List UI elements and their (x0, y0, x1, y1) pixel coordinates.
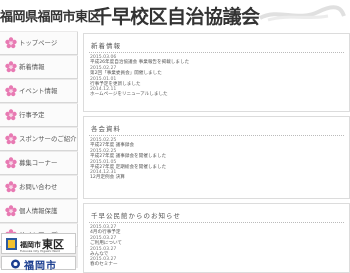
sidebar-item-schedule[interactable]: 行事予定 (0, 104, 78, 127)
higashi-ward-banner[interactable]: 福岡市 東区 Fukuoka City Higashi Ward (1, 233, 76, 254)
sidebar-item-label: トップページ (19, 39, 58, 47)
community-center-panel: 千早公民館からのお知らせ 2015.03.27 4月の行事予定 2015.03.… (83, 203, 350, 273)
flower-icon (5, 157, 17, 169)
entry-title[interactable]: みんなで (90, 252, 340, 258)
flower-icon (5, 181, 17, 193)
list-item[interactable]: 2015.03.27 ご利用について (90, 236, 340, 247)
sidebar-item-label: スポンサーのご紹介 (19, 135, 77, 143)
list-item[interactable]: 2015.03.27 みんなで (90, 247, 340, 258)
list-item[interactable]: 2015.01.05 平成27年度 定期総会を開催しました (90, 160, 340, 171)
sidebar-item-label: 募集コーナー (19, 159, 58, 167)
sidebar-item-label: 新着情報 (19, 63, 45, 71)
sidebar-item-label: 個人情報保護 (19, 207, 58, 215)
banner-english: Fukuoka City Higashi Ward (20, 249, 60, 253)
panel-divider (89, 222, 344, 223)
list-item[interactable]: 2015.03.27 4月の行事予定 (90, 225, 340, 236)
sidebar-item-label: 行事予定 (19, 111, 45, 119)
flower-icon (5, 85, 17, 97)
sidebar-item-events[interactable]: イベント情報 (0, 80, 78, 103)
sidebar-item-recruit[interactable]: 募集コーナー (0, 152, 78, 175)
entry-title[interactable]: ホームページをリニューアルしました (90, 92, 340, 98)
entry-title[interactable]: 平成27年度 議事録会 (90, 143, 340, 149)
list-item[interactable]: 2015.03.27 春のセミナー (90, 258, 340, 268)
news-panel: 新着情報 2015.03.06 平成26年度自治協議会 事業報告を掲載しました … (83, 33, 350, 112)
list-item[interactable]: 2015.03.06 平成26年度自治協議会 事業報告を掲載しました (90, 55, 340, 66)
sidebar-item-label: イベント情報 (19, 87, 58, 95)
list-item[interactable]: 2015.01.01 行事予定を更新しました (90, 77, 340, 88)
meeting-docs-panel: 各会資料 2015.02.25 平成27年度 議事録会 2015.02.25 平… (83, 116, 350, 199)
flower-icon (5, 133, 17, 145)
panel-title: 千早公民館からのお知らせ (91, 212, 181, 220)
site-prefecture-city: 福岡県福岡市東区 (0, 10, 101, 25)
sidebar-item-label: お問い合わせ (19, 183, 58, 191)
higashi-logo-icon (6, 238, 17, 250)
sidebar-item-contact[interactable]: お問い合わせ (0, 176, 78, 199)
sidebar-item-top[interactable]: トップページ (0, 32, 78, 55)
brush-decoration-icon (259, 5, 346, 22)
flower-icon (5, 205, 17, 217)
entry-title[interactable]: 12月定例会 決算 (90, 175, 340, 181)
list-item[interactable]: 2014.12.11 ホームページをリニューアルしました (90, 88, 340, 98)
panel-divider (89, 135, 344, 136)
entry-title[interactable]: 平成26年度自治協議会 事業報告を掲載しました (90, 60, 340, 66)
panel-title: 各会資料 (91, 125, 121, 133)
panel-divider (89, 52, 344, 53)
flower-icon (5, 109, 17, 121)
list-item[interactable]: 2015.02.27 第2回「事業委員会」開催しました (90, 66, 340, 77)
entry-title[interactable]: 第2回「事業委員会」開催しました (90, 71, 340, 77)
sidebar-item-sponsors[interactable]: スポンサーのご紹介 (0, 128, 78, 151)
panel-title: 新着情報 (91, 42, 121, 50)
list-item[interactable]: 2015.02.25 平成27年度 議事録会を開催しました (90, 149, 340, 160)
entry-title[interactable]: 4月の行事予定 (90, 230, 340, 236)
flower-icon (5, 61, 17, 73)
flower-icon (5, 37, 17, 49)
list-item[interactable]: 2015.02.25 平成27年度 議事録会 (90, 138, 340, 149)
entry-title[interactable]: 行事予定を更新しました (90, 82, 340, 88)
entry-title[interactable]: 平成27年度 議事録会を開催しました (90, 154, 340, 160)
banner-fukuoka-text: 福岡市 (24, 261, 57, 272)
site-title[interactable]: 千早校区自治協議会 (93, 2, 260, 29)
sidebar-item-privacy[interactable]: 個人情報保護 (0, 200, 78, 223)
site-header: 福岡県福岡市東区 千早校区自治協議会 (0, 0, 350, 29)
entry-title[interactable]: ご利用について (90, 241, 340, 247)
entry-title[interactable]: 平成27年度 定期総会を開催しました (90, 165, 340, 171)
sidebar-item-news[interactable]: 新着情報 (0, 56, 78, 79)
list-item[interactable]: 2014.12.31 12月定例会 決算 (90, 171, 340, 181)
